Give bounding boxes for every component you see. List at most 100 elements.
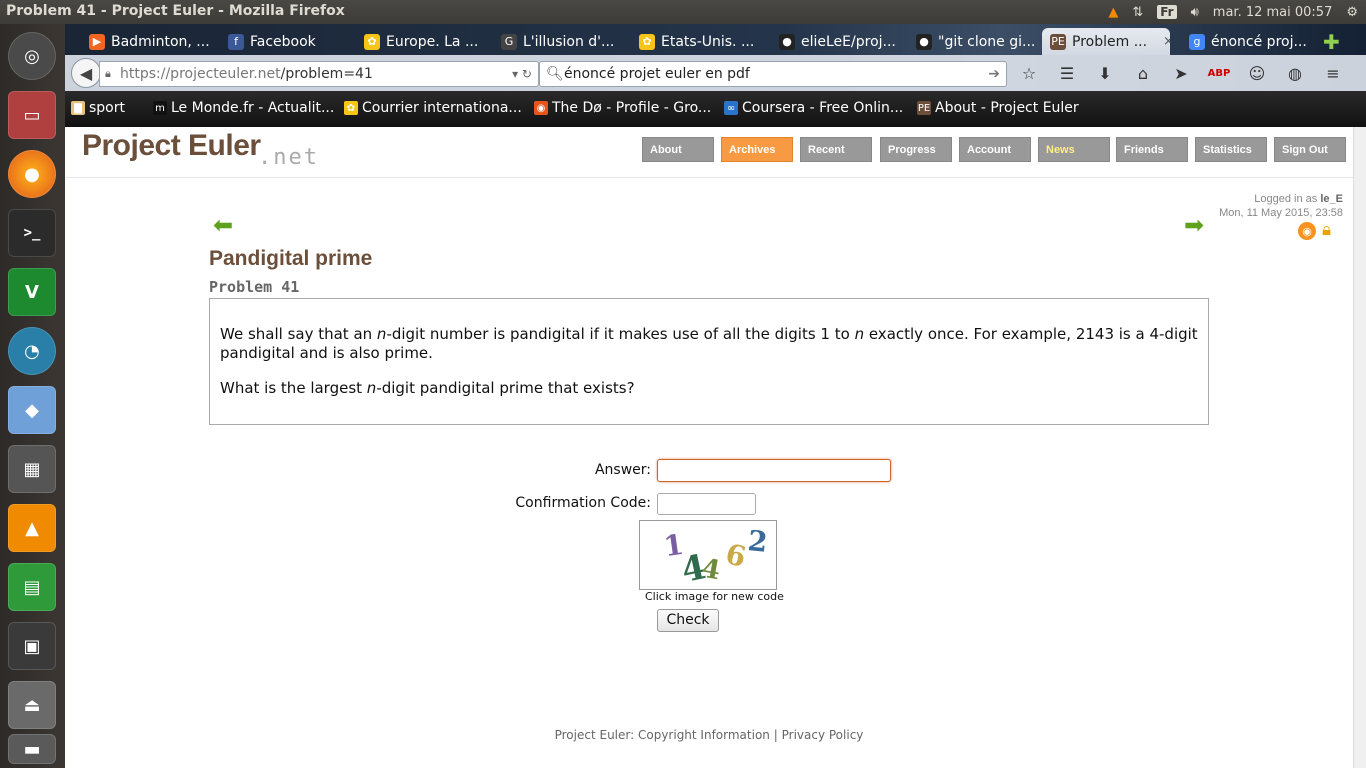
tab-strip: ▶ Badminton, ... f Facebook ✿ Europe. La ... G… [65, 24, 1366, 55]
next-problem-arrow-icon[interactable]: ➡ [1184, 211, 1204, 240]
text: We shall say that an [220, 325, 377, 343]
nav-friends-button[interactable]: Friends [1116, 137, 1188, 162]
search-go-icon[interactable]: ➔ [988, 62, 1000, 86]
emoji-icon[interactable]: ☺ [1245, 59, 1269, 87]
send-icon[interactable]: ➤ [1169, 59, 1193, 87]
tab-label: énoncé proj... [1211, 33, 1307, 50]
nav-progress-button[interactable]: Progress [880, 137, 952, 162]
toolbar-icons: ☆ ☰ ⬇ ⌂ ➤ ABP ☺ ◍ ≡ [1017, 59, 1345, 87]
bookmark-star-icon[interactable]: ☆ [1017, 59, 1041, 87]
url-dropdown-reload-icons[interactable]: ▾ ↻ [512, 62, 532, 86]
tab-close-icon[interactable]: × [1163, 34, 1170, 49]
firefox-icon[interactable]: ● [8, 150, 56, 198]
tab-5[interactable]: ✿ Etats-Unis. ... [631, 28, 761, 55]
vlc-icon[interactable]: ▲ [8, 504, 56, 552]
settings-gear-icon[interactable]: ⚙ [1346, 5, 1358, 20]
nav-statistics-button[interactable]: Statistics [1195, 137, 1267, 162]
tab-2[interactable]: f Facebook [220, 28, 350, 55]
nav-recent-button[interactable]: Recent [800, 137, 872, 162]
system-top-bar: Problem 41 - Project Euler - Mozilla Fir… [0, 0, 1366, 24]
tab-label: Problem ... [1072, 33, 1148, 50]
logged-in-label: Logged in as [1254, 193, 1318, 205]
tab-6[interactable]: ● elieLeE/proj... [771, 28, 901, 55]
menu-icon[interactable]: ≡ [1321, 59, 1345, 87]
footer-prefix: Project Euler: [554, 728, 635, 742]
vim-icon[interactable]: V [8, 268, 56, 316]
login-info: Logged in as le_E Mon, 11 May 2015, 23:5… [1219, 192, 1343, 220]
nav-about-button[interactable]: About [642, 137, 714, 162]
download-icon[interactable]: ⬇ [1093, 59, 1117, 87]
bookmark-favicon-icon: ✿ [344, 101, 358, 115]
keyboard-layout-indicator[interactable]: Fr [1157, 5, 1177, 19]
bookmark-item[interactable]: ◉ The Dø - Profile - Gro... [534, 100, 711, 116]
previous-problem-arrow-icon[interactable]: ⬅ [213, 211, 233, 240]
tab-favicon-icon: f [228, 33, 244, 50]
clock[interactable]: mar. 12 mai 00:57 [1213, 5, 1333, 20]
new-tab-icon[interactable]: ✚ [1323, 30, 1340, 54]
search-input[interactable]: énoncé projet euler en pdf [564, 66, 750, 82]
problem-title: Pandigital prime [209, 247, 373, 270]
bookmark-item[interactable]: PE About - Project Euler [917, 100, 1079, 116]
back-button[interactable]: ◀ [71, 58, 101, 88]
problem-paragraph-1: We shall say that an n-digit number is p… [220, 325, 1198, 363]
answer-input[interactable] [657, 459, 891, 482]
rss-icon[interactable]: ◉ [1298, 222, 1316, 240]
tab-9[interactable]: g énoncé proj... [1181, 28, 1321, 55]
tab-1[interactable]: ▶ Badminton, ... [81, 28, 213, 55]
check-button[interactable]: Check [657, 609, 719, 632]
spreadsheet-icon[interactable]: ▤ [8, 563, 56, 611]
virtualbox-icon[interactable]: ◆ [8, 386, 56, 434]
bookmark-label: About - Project Euler [935, 100, 1079, 116]
globe-icon[interactable]: ◍ [1283, 59, 1307, 87]
tab-favicon-icon: ● [779, 33, 795, 50]
bookmark-item[interactable]: ▇ sport [71, 100, 125, 116]
tab-label: elieLeE/proj... [801, 33, 896, 50]
tab-3[interactable]: ✿ Europe. La ... [356, 28, 486, 55]
copyright-link[interactable]: Copyright Information [638, 728, 770, 742]
terminal-icon[interactable]: >_ [8, 209, 56, 257]
url-bar[interactable]: 🔒︎ https://projecteuler.net/problem=41 ▾… [99, 61, 539, 87]
nav-news-button[interactable]: News [1038, 137, 1110, 162]
tab-7[interactable]: ● "git clone gi... [908, 28, 1038, 55]
lock-icon[interactable]: 🔒︎ [1322, 220, 1331, 240]
bookmark-label: Le Monde.fr - Actualit... [171, 100, 335, 116]
file-manager-icon[interactable]: ▭ [8, 91, 56, 139]
navigation-toolbar: ◀ 🔒︎ https://projecteuler.net/problem=41… [65, 55, 1366, 91]
server-date: Mon, 11 May 2015, 23:58 [1219, 207, 1343, 219]
page-scrollbar[interactable] [1353, 127, 1366, 768]
trash-icon[interactable]: ▬ [8, 734, 56, 764]
reading-list-icon[interactable]: ☰ [1055, 59, 1079, 87]
network-app-icon[interactable]: ◔ [8, 327, 56, 375]
ubuntu-dash-icon[interactable]: ◎ [8, 32, 56, 80]
vlc-tray-icon[interactable]: ▲ [1108, 5, 1118, 20]
tab-8[interactable]: PE Problem ... × [1042, 28, 1170, 55]
unity-launcher: ◎ ▭ ● >_ V ◔ ◆ ▦ ▲ ▤ ▣ ⏏ ▬ [0, 24, 65, 768]
confirmation-code-input[interactable] [657, 493, 756, 515]
home-icon[interactable]: ⌂ [1131, 59, 1155, 87]
bookmark-item[interactable]: ✿ Courrier internationa... [344, 100, 522, 116]
nav-sign-out-button[interactable]: Sign Out [1274, 137, 1346, 162]
volume-icon[interactable]: 🔊︎ [1191, 5, 1199, 20]
usb-drive-icon[interactable]: ⏏ [8, 681, 56, 729]
bookmark-item[interactable]: m Le Monde.fr - Actualit... [153, 100, 334, 116]
workspace-switcher-icon[interactable]: ▣ [8, 622, 56, 670]
calculator-icon[interactable]: ▦ [8, 445, 56, 493]
text-italic: n [376, 325, 387, 343]
site-logo-suffix: .net [258, 145, 319, 170]
header-divider [65, 177, 1353, 178]
network-icon[interactable]: ⇅ [1132, 5, 1143, 20]
nav-archives-button[interactable]: Archives [721, 137, 793, 162]
search-bar[interactable]: 🔍︎ énoncé projet euler en pdf ➔ [539, 61, 1007, 87]
bookmark-favicon-icon: m [153, 101, 167, 115]
site-logo[interactable]: Project Euler [82, 129, 261, 163]
adblock-icon[interactable]: ABP [1207, 59, 1231, 87]
bookmark-favicon-icon: ▇ [71, 101, 85, 115]
privacy-policy-link[interactable]: Privacy Policy [782, 728, 864, 742]
bookmark-item[interactable]: ∞ Coursera - Free Onlin... [724, 100, 903, 116]
problem-statement: We shall say that an n-digit number is p… [209, 298, 1209, 425]
captcha-image[interactable]: 1 4 4 6 2 [639, 520, 777, 590]
system-tray: ▲ ⇅ Fr 🔊︎ mar. 12 mai 00:57 ⚙ [1108, 0, 1366, 24]
nav-account-button[interactable]: Account [959, 137, 1031, 162]
text: -digit number is pandigital if it makes … [386, 325, 855, 343]
tab-4[interactable]: G L'illusion d'... [493, 28, 623, 55]
